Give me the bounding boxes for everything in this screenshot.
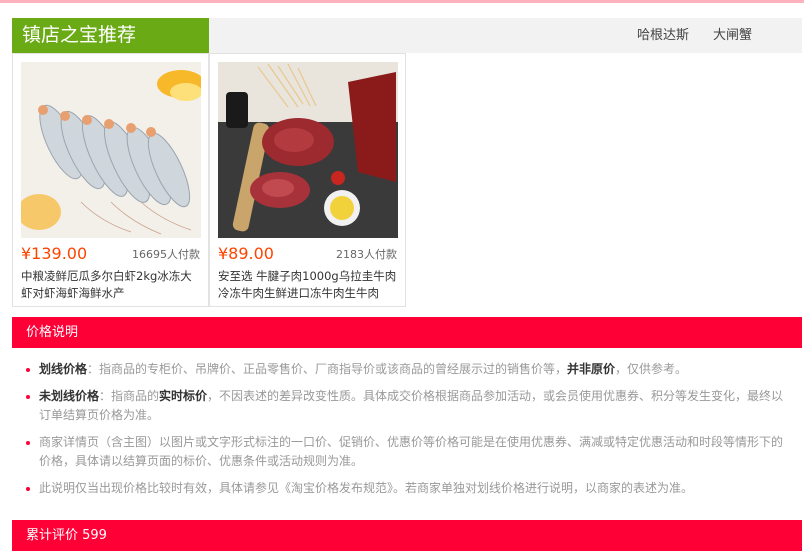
price-info-list: 划线价格：指商品的专柜价、吊牌价、正品零售价、厂商指导价或该商品的曾经展示过的销… — [26, 360, 786, 506]
price-note-item: 此说明仅当出现价格比较时有效，具体请参见《淘宝价格发布规范》。若商家单独对划线价… — [26, 479, 786, 498]
reviews-tab[interactable]: 累计评价 599 — [12, 520, 802, 551]
tab-haagen-dazs[interactable]: 哈根达斯 — [637, 18, 689, 53]
price-note-text: 商家详情页（含主图）以图片或文字形式标注的一口价、促销价、优惠价等价格可能是在使… — [39, 435, 784, 468]
product-card[interactable]: ¥89.00 2183人付款 安至选 牛腱子肉1000g乌拉圭牛肉冷冻牛肉生鲜进… — [209, 53, 406, 307]
recommend-header: 镇店之宝推荐 哈根达斯 大闸蟹 — [12, 18, 802, 53]
product-card[interactable]: ¥139.00 16695人付款 中粮凌鲜厄瓜多尔白虾2kg冰冻大虾对虾海虾海鲜… — [12, 53, 209, 307]
price-note-text: ：指商品的专柜价、吊牌价、正品零售价、厂商指导价或该商品的曾经展示过的销售价等， — [87, 362, 568, 376]
price-note-strong: 实时标价 — [159, 389, 208, 403]
product-sold-count: 2183人付款 — [336, 248, 397, 261]
price-note-item: 未划线价格：指商品的实时标价，不因表述的差异改变性质。具体成交价格根据商品参加活… — [26, 387, 786, 425]
price-info-title: 价格说明 — [12, 317, 802, 348]
price-note-strong: 并非原价 — [567, 362, 616, 376]
tab-hairy-crab[interactable]: 大闸蟹 — [713, 18, 752, 53]
shrimp-photo[interactable] — [21, 62, 201, 238]
price-note-term: 划线价格 — [39, 362, 88, 376]
bullet-icon — [26, 441, 30, 445]
product-title[interactable]: 安至选 牛腱子肉1000g乌拉圭牛肉冷冻牛肉生鲜进口冻牛肉生牛肉 — [218, 268, 400, 302]
product-price: ¥89.00 — [218, 244, 274, 263]
recommend-tabs: 哈根达斯 大闸蟹 — [637, 18, 752, 53]
product-price: ¥139.00 — [21, 244, 88, 263]
bullet-icon — [26, 487, 30, 491]
recommend-title: 镇店之宝推荐 — [12, 18, 209, 53]
top-accent-line — [0, 0, 804, 3]
bullet-icon — [26, 368, 30, 372]
price-note-item: 商家详情页（含主图）以图片或文字形式标注的一口价、促销价、优惠价等价格可能是在使… — [26, 433, 786, 471]
product-sold-count: 16695人付款 — [132, 248, 200, 261]
beef-photo[interactable] — [218, 62, 398, 238]
price-note-text: 此说明仅当出现价格比较时有效，具体请参见《淘宝价格发布规范》。若商家单独对划线价… — [39, 481, 694, 495]
price-note-text: ，仅供参考。 — [615, 362, 688, 376]
price-note-term: 未划线价格 — [39, 389, 100, 403]
product-title[interactable]: 中粮凌鲜厄瓜多尔白虾2kg冰冻大虾对虾海虾海鲜水产 — [21, 268, 203, 302]
price-note-text: ：指商品的 — [99, 389, 160, 403]
price-note-item: 划线价格：指商品的专柜价、吊牌价、正品零售价、厂商指导价或该商品的曾经展示过的销… — [26, 360, 786, 379]
bullet-icon — [26, 395, 30, 399]
